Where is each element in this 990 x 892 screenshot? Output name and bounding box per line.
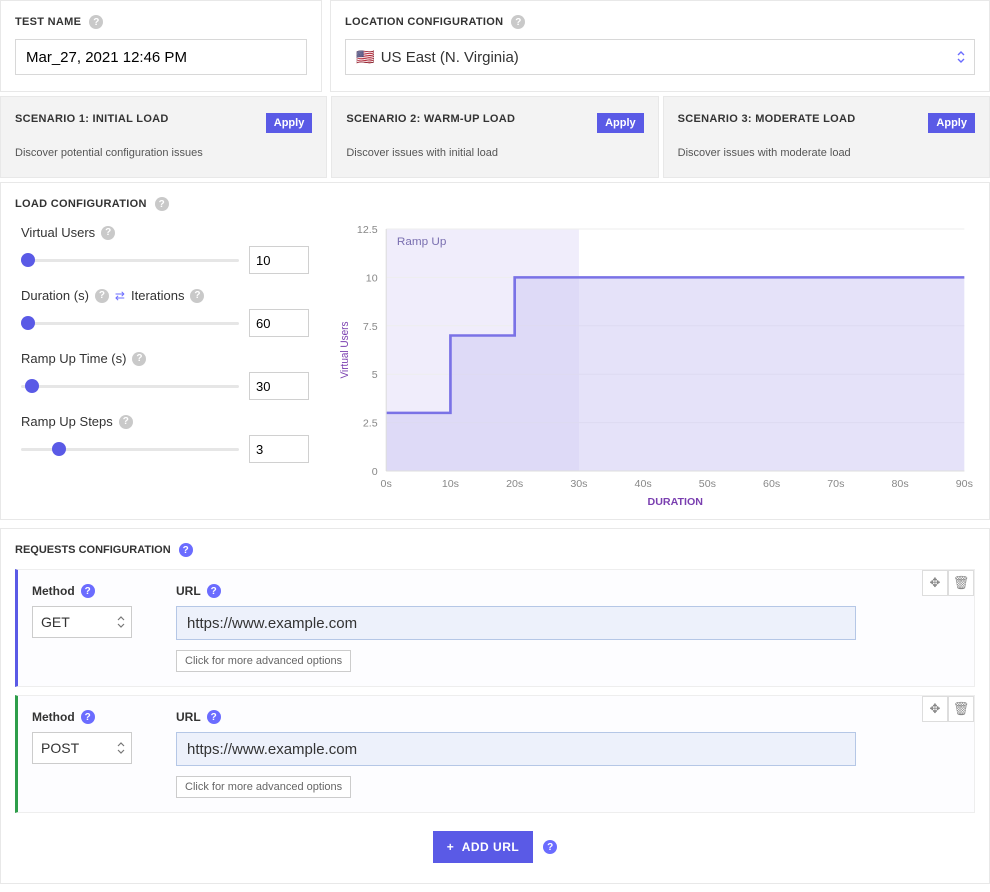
scenario-desc: Discover potential configuration issues [15, 147, 312, 159]
ramp-steps-label: Ramp Up Steps [21, 414, 113, 429]
scenario-card: SCENARIO 2: WARM-UP LOAD Apply Discover … [331, 96, 658, 178]
help-icon[interactable]: ? [95, 289, 109, 303]
scenario-desc: Discover issues with moderate load [678, 147, 975, 159]
help-icon[interactable]: ? [207, 584, 221, 598]
duration-label: Duration (s) [21, 288, 89, 303]
svg-text:10s: 10s [442, 479, 459, 490]
help-icon[interactable]: ? [101, 226, 115, 240]
ramp-up-chart: Ramp Up 0 2.5 5 7.5 10 12.5 0s 10s 20s 30s 40s 50s 60… [335, 221, 975, 511]
slider-thumb[interactable] [25, 379, 39, 393]
requests-config-label: REQUESTS CONFIGURATION [15, 544, 171, 556]
scenario-card: SCENARIO 3: MODERATE LOAD Apply Discover… [663, 96, 990, 178]
method-select[interactable]: POST [32, 732, 132, 764]
request-card: ✥🗑 Method? GET URL? Click for more advanced … [15, 569, 975, 687]
duration-input[interactable] [249, 309, 309, 337]
svg-text:0: 0 [372, 467, 378, 478]
help-icon[interactable]: ? [81, 710, 95, 724]
method-select[interactable]: GET [32, 606, 132, 638]
help-icon[interactable]: ? [155, 197, 169, 211]
svg-text:DURATION: DURATION [648, 497, 703, 508]
svg-text:80s: 80s [892, 479, 909, 490]
ramp-steps-slider[interactable] [21, 442, 239, 456]
scenarios-row: SCENARIO 1: INITIAL LOAD Apply Discover … [0, 96, 990, 178]
svg-text:70s: 70s [827, 479, 844, 490]
ramp-time-slider[interactable] [21, 379, 239, 393]
svg-text:90s: 90s [956, 479, 973, 490]
help-icon[interactable]: ? [132, 352, 146, 366]
scenario-title: SCENARIO 1: INITIAL LOAD [15, 113, 169, 125]
plus-icon: + [447, 840, 455, 854]
scenario-desc: Discover issues with initial load [346, 147, 643, 159]
help-icon[interactable]: ? [543, 840, 557, 854]
test-name-input[interactable] [15, 39, 307, 75]
advanced-options-button[interactable]: Click for more advanced options [176, 776, 351, 798]
delete-icon[interactable]: 🗑 [948, 570, 974, 596]
scenario-card: SCENARIO 1: INITIAL LOAD Apply Discover … [0, 96, 327, 178]
svg-text:Virtual Users: Virtual Users [340, 321, 351, 378]
iterations-label: Iterations [131, 288, 184, 303]
help-icon[interactable]: ? [207, 710, 221, 724]
svg-text:60s: 60s [763, 479, 780, 490]
url-label: URL [176, 584, 201, 598]
svg-text:5: 5 [372, 370, 378, 381]
help-icon[interactable]: ? [81, 584, 95, 598]
ramp-time-label: Ramp Up Time (s) [21, 351, 126, 366]
request-card: ✥🗑 Method? POST URL? Click for more advanced… [15, 695, 975, 813]
chevron-updown-icon [956, 50, 966, 64]
move-icon[interactable]: ✥ [922, 570, 948, 596]
location-value: US East (N. Virginia) [381, 49, 519, 66]
scenario-title: SCENARIO 3: MODERATE LOAD [678, 113, 856, 125]
svg-text:7.5: 7.5 [363, 322, 378, 333]
location-config-label: LOCATION CONFIGURATION [345, 16, 503, 28]
help-icon[interactable]: ? [511, 15, 525, 29]
delete-icon[interactable]: 🗑 [948, 696, 974, 722]
swap-icon[interactable]: ⇄ [115, 289, 125, 303]
url-input[interactable] [176, 606, 856, 640]
url-input[interactable] [176, 732, 856, 766]
apply-button[interactable]: Apply [266, 113, 313, 133]
ramp-time-input[interactable] [249, 372, 309, 400]
load-config-label: LOAD CONFIGURATION [15, 198, 147, 210]
virtual-users-slider[interactable] [21, 253, 239, 267]
svg-text:20s: 20s [506, 479, 523, 490]
add-url-button[interactable]: + ADD URL [433, 831, 533, 863]
svg-text:Ramp Up: Ramp Up [397, 236, 447, 248]
svg-text:10: 10 [366, 274, 378, 285]
svg-text:2.5: 2.5 [363, 419, 378, 430]
help-icon[interactable]: ? [89, 15, 103, 29]
svg-text:50s: 50s [699, 479, 716, 490]
svg-text:12.5: 12.5 [357, 225, 378, 236]
apply-button[interactable]: Apply [597, 113, 644, 133]
add-url-label: ADD URL [462, 840, 520, 854]
test-name-label: TEST NAME [15, 16, 81, 28]
ramp-steps-input[interactable] [249, 435, 309, 463]
slider-thumb[interactable] [52, 442, 66, 456]
virtual-users-input[interactable] [249, 246, 309, 274]
advanced-options-button[interactable]: Click for more advanced options [176, 650, 351, 672]
help-icon[interactable]: ? [179, 543, 193, 557]
flag-icon: 🇺🇸 [356, 48, 375, 66]
url-label: URL [176, 710, 201, 724]
chevron-updown-icon [117, 616, 125, 628]
method-label: Method [32, 710, 75, 724]
svg-text:30s: 30s [570, 479, 587, 490]
method-label: Method [32, 584, 75, 598]
scenario-title: SCENARIO 2: WARM-UP LOAD [346, 113, 515, 125]
apply-button[interactable]: Apply [928, 113, 975, 133]
help-icon[interactable]: ? [119, 415, 133, 429]
virtual-users-label: Virtual Users [21, 225, 95, 240]
slider-thumb[interactable] [21, 253, 35, 267]
chevron-updown-icon [117, 742, 125, 754]
svg-text:40s: 40s [635, 479, 652, 490]
svg-text:0s: 0s [381, 479, 392, 490]
location-select[interactable]: 🇺🇸 US East (N. Virginia) [345, 39, 975, 75]
duration-slider[interactable] [21, 316, 239, 330]
slider-thumb[interactable] [21, 316, 35, 330]
move-icon[interactable]: ✥ [922, 696, 948, 722]
help-icon[interactable]: ? [190, 289, 204, 303]
